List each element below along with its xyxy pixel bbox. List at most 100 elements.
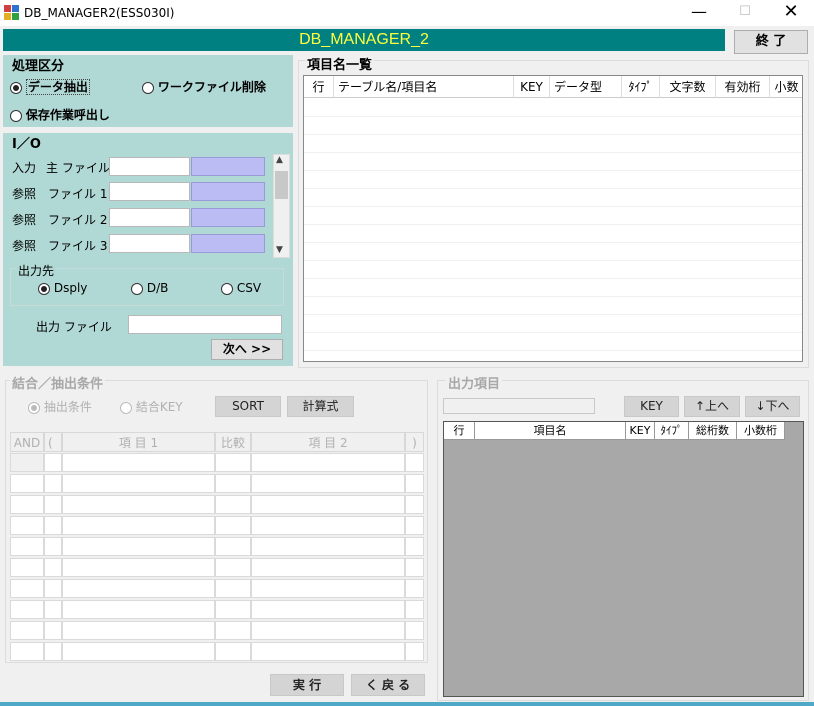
condition-cell[interactable] bbox=[62, 516, 215, 535]
condition-cell[interactable] bbox=[405, 621, 424, 640]
condition-cell[interactable] bbox=[215, 474, 251, 493]
item-list-grid[interactable]: 行 テーブル名/項目名 KEY データ型 ﾀｲﾌﾟ 文字数 有効桁 小数 bbox=[303, 75, 803, 362]
condition-cell[interactable] bbox=[10, 474, 44, 493]
column-header[interactable]: 有効桁 bbox=[716, 76, 770, 98]
condition-row[interactable] bbox=[10, 620, 424, 641]
condition-cell[interactable] bbox=[251, 453, 405, 472]
column-header[interactable]: ﾀｲﾌﾟ bbox=[655, 422, 689, 440]
condition-cell[interactable] bbox=[62, 537, 215, 556]
condition-row[interactable] bbox=[10, 452, 424, 473]
condition-cell[interactable] bbox=[10, 600, 44, 619]
exit-button[interactable]: 終 了 bbox=[734, 30, 808, 54]
condition-cell[interactable] bbox=[10, 495, 44, 514]
column-header[interactable]: 比較 bbox=[215, 432, 251, 452]
column-header[interactable]: 総桁数 bbox=[689, 422, 737, 440]
condition-cell[interactable] bbox=[62, 579, 215, 598]
condition-cell[interactable] bbox=[215, 579, 251, 598]
condition-cell[interactable] bbox=[215, 558, 251, 577]
condition-cell[interactable] bbox=[44, 537, 62, 556]
io-scrollbar[interactable] bbox=[273, 154, 290, 258]
condition-row[interactable] bbox=[10, 473, 424, 494]
condition-cell[interactable] bbox=[62, 453, 215, 472]
column-header[interactable]: 行 bbox=[304, 76, 334, 98]
condition-row[interactable] bbox=[10, 515, 424, 536]
condition-cell[interactable] bbox=[405, 495, 424, 514]
condition-cell[interactable] bbox=[215, 453, 251, 472]
main-file-input[interactable] bbox=[109, 157, 190, 176]
output-items-grid[interactable]: 行 項目名 KEY ﾀｲﾌﾟ 総桁数 小数桁 bbox=[443, 421, 804, 697]
condition-cell[interactable] bbox=[405, 600, 424, 619]
condition-cell[interactable] bbox=[10, 453, 44, 472]
condition-cell[interactable] bbox=[10, 621, 44, 640]
scroll-up-icon[interactable]: ▲ bbox=[276, 155, 283, 165]
column-header[interactable]: 項 目 2 bbox=[251, 432, 405, 452]
condition-cell[interactable] bbox=[44, 558, 62, 577]
condition-cell[interactable] bbox=[251, 621, 405, 640]
condition-row[interactable] bbox=[10, 578, 424, 599]
condition-cell[interactable] bbox=[10, 579, 44, 598]
column-header[interactable]: ) bbox=[405, 432, 424, 452]
close-icon[interactable]: ✕ bbox=[768, 0, 814, 26]
condition-cell[interactable] bbox=[44, 579, 62, 598]
column-header[interactable]: ( bbox=[44, 432, 62, 452]
column-header[interactable]: 項目名 bbox=[475, 422, 626, 440]
sort-button[interactable]: SORT bbox=[215, 396, 281, 417]
condition-cell[interactable] bbox=[215, 495, 251, 514]
condition-cell[interactable] bbox=[44, 453, 62, 472]
condition-cell[interactable] bbox=[251, 558, 405, 577]
radio-extract-cond[interactable]: 抽出条件 bbox=[28, 398, 92, 415]
condition-cell[interactable] bbox=[405, 537, 424, 556]
condition-cell[interactable] bbox=[251, 642, 405, 661]
radio-workfile-delete[interactable]: ワークファイル削除 bbox=[142, 78, 266, 95]
condition-cell[interactable] bbox=[251, 537, 405, 556]
column-header[interactable]: 小数 bbox=[770, 76, 802, 98]
condition-row[interactable] bbox=[10, 494, 424, 515]
column-header[interactable]: 小数桁 bbox=[737, 422, 785, 440]
condition-cell[interactable] bbox=[44, 516, 62, 535]
column-header[interactable]: 行 bbox=[444, 422, 475, 440]
condition-cell[interactable] bbox=[215, 642, 251, 661]
radio-csv[interactable]: CSV bbox=[221, 281, 261, 295]
condition-cell[interactable] bbox=[251, 474, 405, 493]
condition-row[interactable] bbox=[10, 599, 424, 620]
maximize-icon[interactable]: ☐ bbox=[722, 0, 768, 26]
condition-row[interactable] bbox=[10, 536, 424, 557]
condition-cell[interactable] bbox=[251, 495, 405, 514]
move-down-button[interactable]: ↓下へ bbox=[745, 396, 800, 417]
condition-cell[interactable] bbox=[62, 621, 215, 640]
calc-button[interactable]: 計算式 bbox=[287, 396, 354, 417]
condition-cell[interactable] bbox=[10, 642, 44, 661]
column-header[interactable]: 項 目 1 bbox=[62, 432, 215, 452]
column-header[interactable]: KEY bbox=[626, 422, 655, 440]
ref-file-2-input[interactable] bbox=[109, 208, 190, 227]
output-file-input[interactable] bbox=[128, 315, 282, 334]
condition-cell[interactable] bbox=[405, 642, 424, 661]
condition-cell[interactable] bbox=[62, 600, 215, 619]
radio-saved-work[interactable]: 保存作業呼出し bbox=[10, 106, 110, 123]
condition-cell[interactable] bbox=[215, 621, 251, 640]
condition-cell[interactable] bbox=[44, 495, 62, 514]
radio-dsply[interactable]: Dsply bbox=[38, 281, 87, 295]
condition-cell[interactable] bbox=[405, 558, 424, 577]
condition-cell[interactable] bbox=[251, 600, 405, 619]
condition-cell[interactable] bbox=[44, 600, 62, 619]
condition-cell[interactable] bbox=[62, 642, 215, 661]
condition-cell[interactable] bbox=[405, 579, 424, 598]
move-up-button[interactable]: ↑上へ bbox=[684, 396, 740, 417]
column-header[interactable]: データ型 bbox=[550, 76, 622, 98]
column-header[interactable]: KEY bbox=[514, 76, 550, 98]
condition-cell[interactable] bbox=[10, 558, 44, 577]
condition-row[interactable] bbox=[10, 557, 424, 578]
condition-cell[interactable] bbox=[405, 453, 424, 472]
scrollbar-thumb[interactable] bbox=[275, 171, 288, 199]
condition-cell[interactable] bbox=[44, 474, 62, 493]
condition-cell[interactable] bbox=[215, 537, 251, 556]
column-header[interactable]: 文字数 bbox=[660, 76, 716, 98]
condition-cell[interactable] bbox=[44, 642, 62, 661]
ref-file-1-input[interactable] bbox=[109, 182, 190, 201]
condition-cell[interactable] bbox=[405, 474, 424, 493]
condition-cell[interactable] bbox=[44, 621, 62, 640]
condition-cell[interactable] bbox=[62, 558, 215, 577]
condition-cell[interactable] bbox=[62, 495, 215, 514]
condition-cell[interactable] bbox=[10, 537, 44, 556]
